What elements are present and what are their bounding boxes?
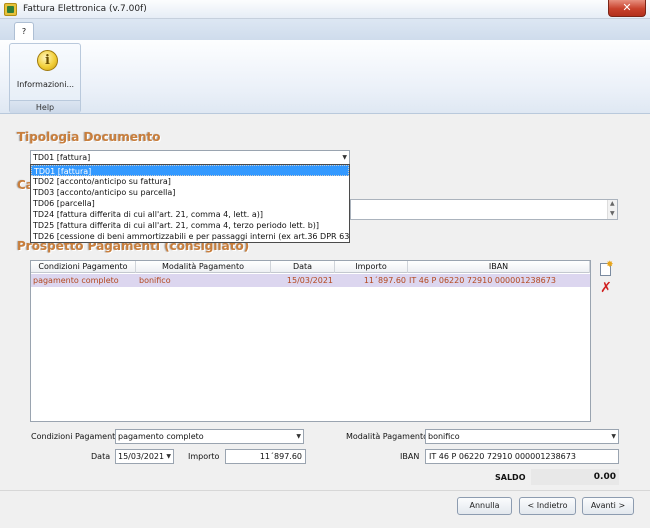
data-value: 15/03/2021 <box>118 452 165 461</box>
column-header[interactable]: IBAN <box>408 261 590 273</box>
table-header: Condizioni Pagamento Modalità Pagamento … <box>31 261 590 273</box>
info-icon: i <box>37 50 58 71</box>
chevron-down-icon: ▼ <box>166 453 171 460</box>
importo-input[interactable]: 11´897.60 <box>225 449 306 464</box>
close-button[interactable]: ✕ <box>608 0 646 17</box>
dropdown-option[interactable]: TD24 [fattura differita di cui all'art. … <box>31 209 349 220</box>
avanti-button[interactable]: Avanti > <box>582 497 634 515</box>
dropdown-option[interactable]: TD26 [cessione di beni ammortizzabili e … <box>31 231 349 242</box>
title-bar: Fattura Elettronica (v.7.00f) ✕ <box>0 0 650 19</box>
chevron-down-icon: ▼ <box>611 433 616 440</box>
column-header[interactable]: Condizioni Pagamento <box>31 261 136 273</box>
delete-icon: ✗ <box>600 280 612 296</box>
modalita-value: bonifico <box>428 432 460 441</box>
informazioni-button[interactable]: i Informazioni... <box>14 47 77 97</box>
star-icon: ✸ <box>606 260 614 270</box>
cell-importo: 11´897.60 <box>363 276 406 285</box>
ribbon-group-help: i Informazioni... Help <box>9 43 81 113</box>
delete-payment-button[interactable]: ✗ <box>598 280 614 296</box>
dropdown-option[interactable]: TD06 [parcella] <box>31 198 349 209</box>
app-icon <box>4 3 17 16</box>
chevron-down-icon: ▼ <box>296 433 301 440</box>
importo-label: Importo <box>188 452 220 461</box>
cell-modalita: bonifico <box>139 276 171 285</box>
informazioni-label: Informazioni... <box>16 80 75 89</box>
table-row[interactable]: pagamento completo bonifico 15/03/2021 1… <box>31 274 590 287</box>
condizioni-value: pagamento completo <box>118 432 204 441</box>
tipologia-combo[interactable]: TD01 [fattura] ▼ <box>30 150 350 165</box>
tipologia-dropdown-list: TD01 [fattura] TD02 [acconto/anticipo su… <box>30 164 350 243</box>
iban-input[interactable]: IT 46 P 06220 72910 000001238673 <box>425 449 619 464</box>
data-datepicker[interactable]: 15/03/2021 ▼ <box>115 449 174 464</box>
scroll-up-icon[interactable]: ▲ <box>610 200 615 207</box>
tab-help[interactable]: ? <box>14 22 34 41</box>
tipologia-title: Tipologia Documento <box>17 130 161 144</box>
indietro-button[interactable]: < Indietro <box>519 497 576 515</box>
column-header[interactable]: Data <box>271 261 335 273</box>
condizioni-combo[interactable]: pagamento completo ▼ <box>115 429 304 444</box>
window-title: Fattura Elettronica (v.7.00f) <box>23 4 147 14</box>
dropdown-option[interactable]: TD25 [fattura differita di cui all'art. … <box>31 220 349 231</box>
condizioni-label: Condizioni Pagamento <box>31 432 121 441</box>
scrollbar[interactable]: ▲ ▼ <box>607 200 617 219</box>
ribbon: i Informazioni... Help <box>0 40 650 114</box>
cell-data: 15/03/2021 <box>286 276 333 285</box>
causale-textarea[interactable]: ▲ ▼ <box>350 199 618 220</box>
ribbon-tabs: ? <box>0 19 650 41</box>
tipologia-selected: TD01 [fattura] <box>33 153 91 162</box>
column-header[interactable]: Modalità Pagamento <box>136 261 271 273</box>
saldo-value: 0.00 <box>531 469 619 485</box>
payments-table: Condizioni Pagamento Modalità Pagamento … <box>30 260 591 422</box>
dropdown-option[interactable]: TD02 [acconto/anticipo su fattura] <box>31 176 349 187</box>
chevron-down-icon: ▼ <box>342 154 347 161</box>
dropdown-option[interactable]: TD03 [acconto/anticipo su parcella] <box>31 187 349 198</box>
saldo-label: SALDO <box>495 473 526 482</box>
ribbon-group-label: Help <box>10 100 80 113</box>
scroll-down-icon[interactable]: ▼ <box>610 210 615 217</box>
add-payment-button[interactable]: ✸ <box>598 260 614 278</box>
column-header[interactable]: Importo <box>335 261 408 273</box>
data-label: Data <box>91 452 111 461</box>
modalita-label: Modalità Pagamento <box>346 432 428 441</box>
modalita-combo[interactable]: bonifico ▼ <box>425 429 619 444</box>
iban-label: IBAN <box>400 452 420 461</box>
cell-condizioni: pagamento completo <box>33 276 119 285</box>
annulla-button[interactable]: Annulla <box>457 497 512 515</box>
cell-iban: IT 46 P 06220 72910 000001238673 <box>409 276 556 285</box>
dropdown-option[interactable]: TD01 [fattura] <box>31 165 349 176</box>
